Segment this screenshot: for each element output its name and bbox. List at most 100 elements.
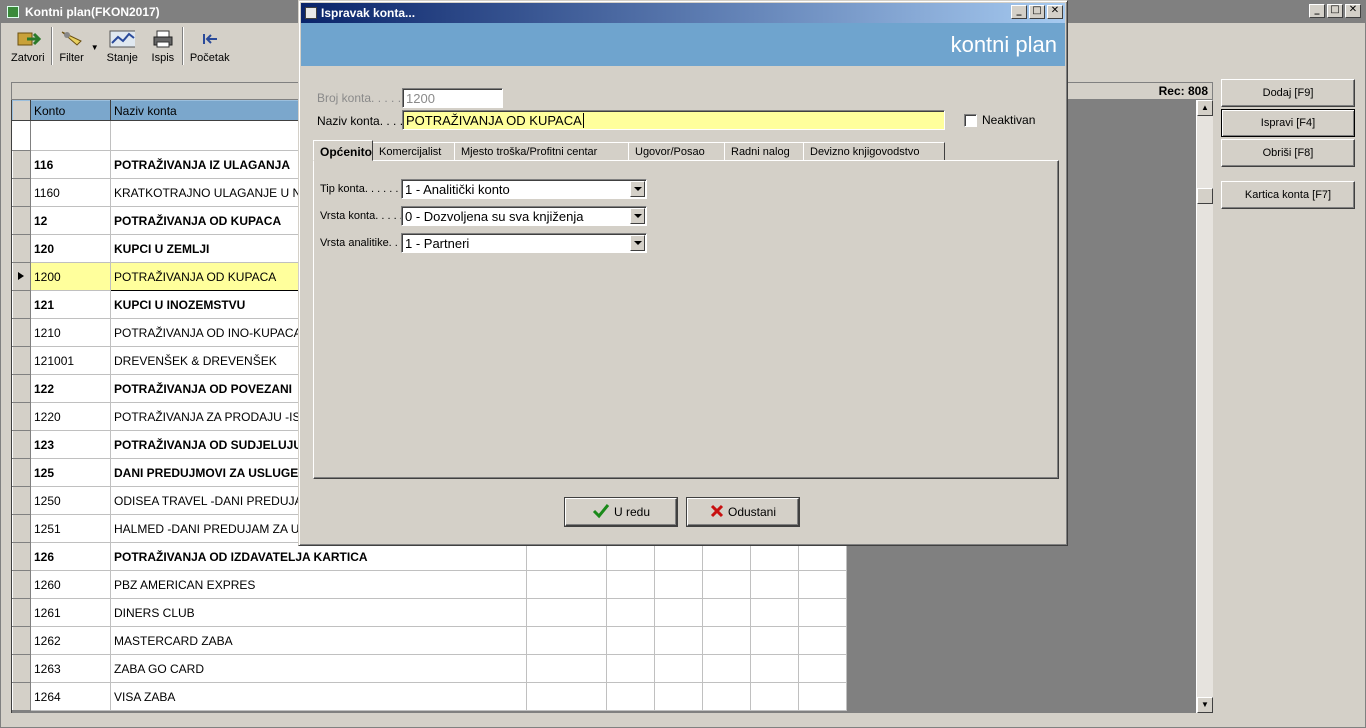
odustani-button[interactable]: Odustani <box>687 498 799 526</box>
row-indicator[interactable] <box>12 654 31 683</box>
cell-empty[interactable] <box>702 626 751 655</box>
cell-empty[interactable] <box>702 654 751 683</box>
cell-empty[interactable] <box>606 570 655 599</box>
ispis-button[interactable]: Ispis <box>144 25 182 67</box>
cell-empty[interactable] <box>606 598 655 627</box>
table-row[interactable]: 1264 VISA ZABA <box>12 682 847 711</box>
chevron-down-icon[interactable]: ▼ <box>91 43 99 52</box>
cell-empty[interactable] <box>750 542 799 571</box>
cell-konto[interactable]: 1262 <box>30 626 111 655</box>
row-indicator[interactable] <box>12 598 31 627</box>
row-indicator[interactable] <box>12 402 31 431</box>
cell-konto[interactable]: 1260 <box>30 570 111 599</box>
dialog-titlebar[interactable]: Ispravak konta... _ □ ✕ <box>301 3 1065 23</box>
close-icon[interactable]: ✕ <box>1345 4 1361 18</box>
cell-empty[interactable] <box>798 598 847 627</box>
row-indicator[interactable] <box>12 682 31 711</box>
row-indicator[interactable] <box>12 318 31 347</box>
row-indicator[interactable] <box>12 374 31 403</box>
table-row[interactable]: 1262 MASTERCARD ZABA <box>12 626 847 655</box>
cell-naziv[interactable]: PBZ AMERICAN EXPRES <box>110 570 527 599</box>
row-indicator[interactable] <box>12 570 31 599</box>
cell-konto[interactable]: 1261 <box>30 598 111 627</box>
column-header-konto[interactable]: Konto <box>30 100 111 121</box>
cell-konto[interactable]: 121001 <box>30 346 111 375</box>
cell-empty[interactable] <box>750 570 799 599</box>
cell-empty[interactable] <box>526 598 607 627</box>
cell-empty[interactable] <box>606 542 655 571</box>
table-row[interactable]: 1263 ZABA GO CARD <box>12 654 847 683</box>
chevron-down-icon[interactable] <box>630 208 645 224</box>
zatvori-button[interactable]: Zatvori <box>5 25 51 67</box>
grid-vertical-scrollbar[interactable]: ▲ ▼ <box>1196 100 1213 713</box>
row-indicator[interactable] <box>12 290 31 319</box>
maximize-icon[interactable]: □ <box>1327 4 1343 18</box>
chevron-down-icon[interactable] <box>630 235 645 251</box>
cell-konto[interactable]: 120 <box>30 234 111 263</box>
row-indicator[interactable] <box>12 150 31 179</box>
row-indicator[interactable] <box>12 346 31 375</box>
row-indicator[interactable] <box>12 458 31 487</box>
cell-naziv[interactable]: VISA ZABA <box>110 682 527 711</box>
vrsta-konta-select[interactable]: 0 - Dozvoljena su sva knjiženja <box>401 206 647 226</box>
table-row[interactable]: 1261 DINERS CLUB <box>12 598 847 627</box>
cell-empty[interactable] <box>750 626 799 655</box>
cell-empty[interactable] <box>654 654 703 683</box>
stanje-button[interactable]: Stanje <box>101 25 144 67</box>
tab-ugovor-posao[interactable]: Ugovor/Posao <box>628 142 725 161</box>
cell-naziv[interactable]: POTRAŽIVANJA OD IZDAVATELJA KARTICA <box>110 542 527 571</box>
minimize-icon[interactable]: _ <box>1309 4 1325 18</box>
tab-devizno-knjigovodstvo[interactable]: Devizno knjigovodstvo <box>803 142 945 161</box>
cell-empty[interactable] <box>526 682 607 711</box>
scroll-thumb[interactable] <box>1197 188 1213 204</box>
cell-empty[interactable] <box>750 682 799 711</box>
row-indicator-icon[interactable] <box>12 262 31 291</box>
cell-empty[interactable] <box>526 570 607 599</box>
cell-empty[interactable] <box>798 542 847 571</box>
cell-empty[interactable] <box>654 598 703 627</box>
minimize-icon[interactable]: _ <box>1011 5 1027 19</box>
row-indicator[interactable] <box>12 486 31 515</box>
pocetak-button[interactable]: Početak <box>184 25 236 67</box>
table-row[interactable]: 126 POTRAŽIVANJA OD IZDAVATELJA KARTICA <box>12 542 847 571</box>
cell-empty[interactable] <box>798 682 847 711</box>
table-row[interactable]: 1260 PBZ AMERICAN EXPRES <box>12 570 847 599</box>
cell-konto[interactable]: 12 <box>30 206 111 235</box>
tab-mjesto-troska[interactable]: Mjesto troška/Profitni centar <box>454 142 629 161</box>
cell-empty[interactable] <box>654 682 703 711</box>
obrisi-button[interactable]: Obriši [F8] <box>1221 139 1355 167</box>
cell-naziv[interactable]: ZABA GO CARD <box>110 654 527 683</box>
row-indicator[interactable] <box>12 626 31 655</box>
cell-konto[interactable]: 1220 <box>30 402 111 431</box>
cell-empty[interactable] <box>654 626 703 655</box>
vrsta-analitike-select[interactable]: 1 - Partneri <box>401 233 647 253</box>
row-indicator[interactable] <box>12 514 31 543</box>
tab-radni-nalog[interactable]: Radni nalog <box>724 142 804 161</box>
cell-konto[interactable]: 122 <box>30 374 111 403</box>
cell-empty[interactable] <box>526 654 607 683</box>
cell-empty[interactable] <box>750 598 799 627</box>
cell-konto[interactable]: 1263 <box>30 654 111 683</box>
cell-empty[interactable] <box>798 626 847 655</box>
cell-naziv[interactable]: MASTERCARD ZABA <box>110 626 527 655</box>
row-indicator[interactable] <box>12 178 31 207</box>
filter-cell-konto[interactable] <box>30 120 111 151</box>
cell-konto[interactable]: 1200 <box>30 262 111 291</box>
maximize-icon[interactable]: □ <box>1029 5 1045 19</box>
cell-empty[interactable] <box>798 654 847 683</box>
tab-opcenito[interactable]: Općenito <box>313 140 373 161</box>
neaktivan-checkbox[interactable] <box>964 114 977 127</box>
cell-empty[interactable] <box>654 570 703 599</box>
row-indicator[interactable] <box>12 542 31 571</box>
scroll-down-icon[interactable]: ▼ <box>1197 697 1213 713</box>
row-indicator[interactable] <box>12 234 31 263</box>
dodaj-button[interactable]: Dodaj [F9] <box>1221 79 1355 107</box>
cell-empty[interactable] <box>526 542 607 571</box>
cell-konto[interactable]: 126 <box>30 542 111 571</box>
naziv-konta-field[interactable]: POTRAŽIVANJA OD KUPACA <box>402 110 945 130</box>
cell-empty[interactable] <box>606 626 655 655</box>
cell-naziv[interactable]: DINERS CLUB <box>110 598 527 627</box>
cell-konto[interactable]: 125 <box>30 458 111 487</box>
cell-empty[interactable] <box>654 542 703 571</box>
cell-konto[interactable]: 1160 <box>30 178 111 207</box>
